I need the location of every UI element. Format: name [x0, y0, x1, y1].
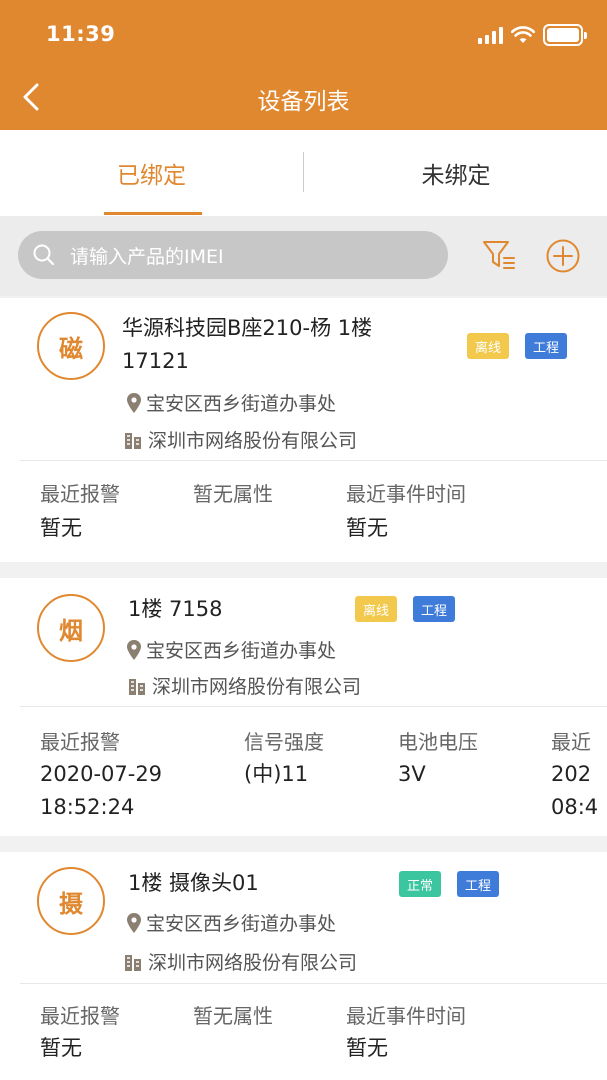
org-text: 深圳市网络股份有限公司 [148, 430, 358, 452]
location-pin-icon [127, 639, 141, 660]
search-row: 请输入产品的IMEI [0, 216, 607, 296]
tab-bar: 已绑定 未绑定 [0, 130, 607, 216]
location-text: 宝安区西乡街道办事处 [146, 913, 337, 935]
stat-value: 暂无 [40, 1036, 82, 1060]
org-line: 深圳市网络股份有限公司 [124, 948, 357, 975]
add-device-icon[interactable] [545, 238, 581, 274]
status-badge: 离线 [467, 333, 510, 359]
org-line: 深圳市网络股份有限公司 [124, 426, 357, 453]
stat-value: 3V [398, 762, 426, 786]
location-pin-icon [127, 392, 141, 413]
stat-value: 暂无 [40, 516, 82, 540]
org-text: 深圳市网络股份有限公司 [152, 676, 362, 698]
wifi-icon [511, 26, 535, 43]
type-badge: 工程 [525, 333, 568, 359]
building-icon [125, 954, 141, 971]
type-badge: 工程 [413, 596, 456, 622]
building-icon [125, 432, 141, 449]
stat-value: 2020-07-29 18:52:24 [40, 762, 163, 819]
org-text: 深圳市网络股份有限公司 [148, 952, 358, 974]
card-divider [20, 983, 607, 984]
card-divider [20, 706, 607, 707]
device-card[interactable]: 烟 1楼 7158 离线 工程 宝安区西乡街道办事处 深圳市网络股份有限公司 最… [0, 578, 607, 836]
stat-label: 最近报警 [40, 730, 120, 754]
tab-unbound[interactable]: 未绑定 [305, 130, 607, 216]
page-title: 设备列表 [257, 89, 350, 115]
stat-value: 暂无 [346, 516, 388, 540]
location-line: 宝安区西乡街道办事处 [126, 636, 336, 663]
location-pin-icon [127, 912, 141, 933]
active-tab-indicator [104, 212, 202, 215]
app-header: 11:39 设备列表 [0, 0, 607, 130]
stat-value: (中)11 [244, 762, 309, 786]
device-name: 1楼 摄像头01 [128, 871, 259, 895]
stat-label: 暂无属性 [193, 1004, 273, 1028]
device-type-avatar: 摄 [37, 867, 105, 935]
filter-icon[interactable] [481, 238, 517, 272]
building-icon [129, 678, 145, 695]
stat-value: 暂无 [346, 1036, 388, 1060]
stat-label: 最近事件时间 [346, 482, 466, 506]
stat-label: 信号强度 [244, 730, 324, 754]
status-icons [478, 24, 587, 46]
device-name: 1楼 7158 [128, 597, 223, 621]
device-card[interactable]: 摄 1楼 摄像头01 正常 工程 宝安区西乡街道办事处 深圳市网络股份有限公司 … [0, 852, 607, 1080]
stat-value: 202 08:4 [551, 762, 599, 819]
device-type-avatar: 烟 [37, 594, 105, 662]
stat-label: 最近 [551, 730, 591, 754]
card-divider [20, 460, 607, 461]
battery-icon [543, 24, 587, 46]
location-line: 宝安区西乡街道办事处 [126, 389, 336, 416]
stat-label: 暂无属性 [193, 482, 273, 506]
search-icon [33, 244, 55, 266]
device-card[interactable]: 磁 华源科技园B座210-杨 1楼 17121 离线 工程 宝安区西乡街道办事处… [0, 298, 607, 562]
stat-label: 最近事件时间 [346, 1004, 466, 1028]
status-badge: 正常 [399, 871, 442, 897]
stat-label: 最近报警 [40, 482, 120, 506]
signal-icon [478, 26, 503, 44]
stat-label: 最近报警 [40, 1004, 120, 1028]
org-line: 深圳市网络股份有限公司 [128, 672, 361, 699]
stat-label: 电池电压 [398, 730, 478, 754]
location-text: 宝安区西乡街道办事处 [146, 393, 337, 415]
search-input[interactable]: 请输入产品的IMEI [18, 231, 448, 279]
status-time: 11:39 [46, 22, 116, 46]
type-badge: 工程 [457, 871, 500, 897]
search-placeholder: 请输入产品的IMEI [70, 246, 224, 268]
tab-bound[interactable]: 已绑定 [0, 130, 303, 216]
device-type-avatar: 磁 [37, 312, 105, 380]
status-badge: 离线 [355, 596, 398, 622]
device-name: 华源科技园B座210-杨 1楼 17121 [122, 316, 373, 373]
location-text: 宝安区西乡街道办事处 [146, 640, 337, 662]
location-line: 宝安区西乡街道办事处 [126, 909, 336, 936]
tab-divider [303, 152, 304, 192]
